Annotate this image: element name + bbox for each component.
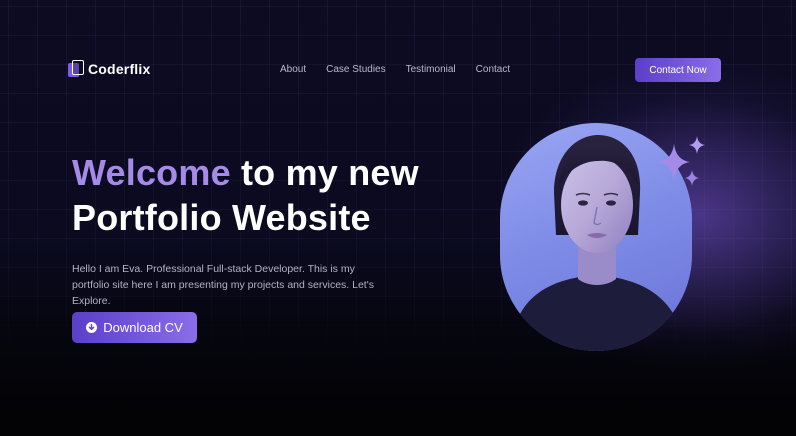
headline-line1-rest: to my new: [230, 152, 419, 193]
logo-text: Coderflix: [88, 61, 151, 77]
nav-link-case-studies[interactable]: Case Studies: [326, 64, 385, 75]
download-cv-button[interactable]: Download CV: [72, 312, 197, 343]
nav-link-testimonial[interactable]: Testimonial: [406, 64, 456, 75]
logo-icon: [68, 60, 84, 78]
main-nav: About Case Studies Testimonial Contact: [280, 64, 510, 75]
hero-headline: Welcome to my new Portfolio Website: [72, 150, 419, 240]
nav-link-contact[interactable]: Contact: [476, 64, 510, 75]
hero-intro-text: Hello I am Eva. Professional Full-stack …: [72, 263, 374, 307]
contact-now-button[interactable]: Contact Now: [635, 58, 721, 82]
download-cv-label: Download CV: [103, 320, 183, 335]
nav-link-about[interactable]: About: [280, 64, 306, 75]
headline-line2: Portfolio Website: [72, 197, 371, 238]
logo[interactable]: Coderflix: [68, 60, 150, 78]
download-arrow-icon: [86, 322, 98, 333]
headline-accent: Welcome: [72, 152, 231, 193]
page: Coderflix About Case Studies Testimonial…: [0, 0, 796, 436]
sparkles-icon: [658, 136, 705, 186]
